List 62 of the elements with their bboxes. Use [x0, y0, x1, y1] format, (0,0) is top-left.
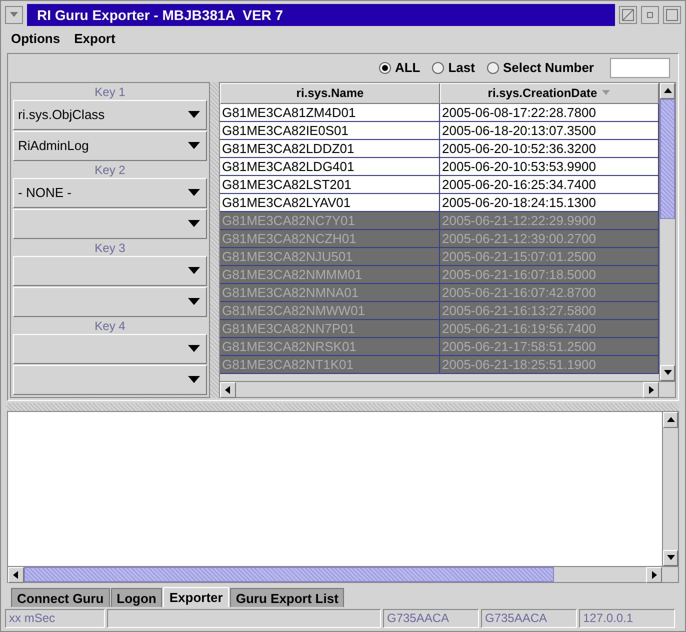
- table-row[interactable]: G81ME3CA82LYAV01 2005-06-20-18:24:15.1300: [220, 194, 659, 212]
- key-label: Key 4: [94, 318, 126, 334]
- right-arrow-icon: [649, 570, 659, 580]
- status-field: G735AACA: [383, 609, 479, 628]
- table-row[interactable]: G81ME3CA82LDG401 2005-06-20-10:53:53.9900: [220, 158, 659, 176]
- tab[interactable]: Logon: [110, 588, 162, 608]
- dropdown[interactable]: [13, 256, 207, 286]
- dropdown[interactable]: [13, 286, 207, 317]
- table-row[interactable]: G81ME3CA82LDDZ01 2005-06-20-10:52:36.3200: [220, 140, 659, 158]
- vertical-scrollbar[interactable]: [662, 412, 678, 566]
- status-field: G735AACA: [481, 609, 577, 628]
- number-field[interactable]: [610, 58, 670, 78]
- horizontal-scrollbar[interactable]: [220, 380, 675, 397]
- scroll-thumb[interactable]: [660, 98, 675, 219]
- radio-option[interactable]: ALL: [378, 60, 420, 76]
- caret-icon: [188, 267, 200, 274]
- right-arrow-icon: [646, 384, 656, 395]
- menu-item[interactable]: Options: [11, 31, 60, 46]
- scroll-thumb[interactable]: [24, 567, 554, 582]
- caret-icon: [188, 345, 200, 352]
- caret-icon: [188, 142, 200, 150]
- up-arrow-icon: [662, 86, 672, 96]
- vertical-scrollbar[interactable]: [659, 82, 675, 381]
- window-menu-button[interactable]: [5, 6, 23, 24]
- up-arrow-icon: [666, 414, 676, 425]
- key-label: Key 2: [94, 162, 126, 178]
- minimize-button[interactable]: [641, 6, 659, 24]
- maximize-button[interactable]: [619, 6, 637, 24]
- caret-icon: [188, 111, 200, 118]
- status-field: 127.0.0.1: [579, 609, 675, 628]
- key-label: Key 3: [94, 240, 126, 256]
- horizontal-scrollbar[interactable]: [8, 566, 678, 582]
- caret-icon: [188, 298, 200, 306]
- dropdown[interactable]: - NONE -: [13, 178, 207, 208]
- left-arrow-icon: [223, 384, 233, 395]
- table-row[interactable]: G81ME3CA81ZM4D01 2005-06-08-17:22:28.7800: [220, 104, 659, 122]
- tab[interactable]: Guru Export List: [230, 588, 344, 608]
- dropdown[interactable]: RiAdminLog: [13, 130, 207, 161]
- tab[interactable]: Exporter: [163, 587, 229, 608]
- key-label: Key 1: [94, 84, 126, 100]
- dropdown[interactable]: [13, 208, 207, 239]
- dropdown[interactable]: ri.sys.ObjClass: [13, 100, 207, 130]
- menu-item[interactable]: Export: [74, 31, 116, 46]
- column-header[interactable]: ri.sys.CreationDate: [440, 82, 659, 104]
- dropdown[interactable]: [13, 334, 207, 364]
- radio-option[interactable]: Select Number: [486, 60, 594, 76]
- square-icon: [666, 9, 678, 21]
- diagonal-icon: [622, 9, 634, 21]
- status-field: xx mSec: [5, 609, 105, 628]
- table-row[interactable]: G81ME3CA82LST201 2005-06-20-16:25:34.7400: [220, 176, 659, 194]
- caret-icon: [188, 220, 200, 228]
- window-title: RI Guru Exporter - MBJB381A VER 7: [27, 4, 615, 26]
- radio-option[interactable]: Last: [432, 60, 475, 76]
- square-icon: [647, 12, 653, 18]
- dropdown[interactable]: [13, 364, 207, 395]
- table-row[interactable]: G81ME3CA82IE0S01 2005-06-18-20:13:07.3500: [220, 122, 659, 140]
- restore-button[interactable]: [663, 6, 681, 24]
- caret-icon: [188, 376, 200, 384]
- left-arrow-icon: [11, 570, 21, 580]
- tab[interactable]: Connect Guru: [11, 588, 110, 608]
- caret-icon: [188, 189, 200, 196]
- column-header[interactable]: ri.sys.Name: [220, 82, 440, 104]
